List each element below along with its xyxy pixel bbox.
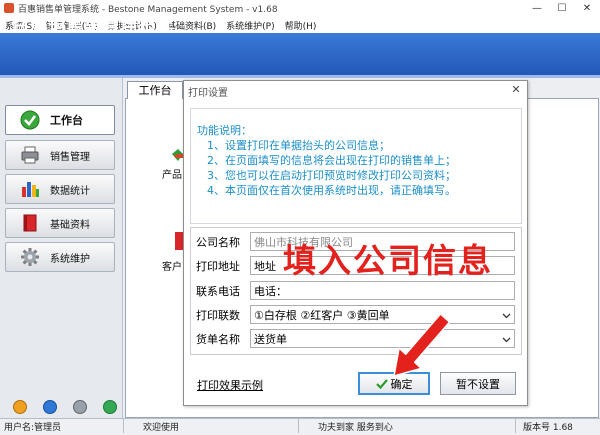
banner: [0, 33, 600, 75]
red-arrow-icon: [393, 313, 451, 377]
bar-chart-icon: [20, 179, 40, 199]
menu-maintenance[interactable]: 系统维护(P): [221, 19, 279, 32]
close-icon[interactable]: ✕: [576, 1, 598, 16]
customer-icon[interactable]: [173, 232, 183, 250]
sidebar-item-basic-data[interactable]: 基础资料: [5, 208, 115, 238]
company-name-label: 公司名称: [196, 236, 240, 249]
status-slogan: 功夫到家 服务到心: [318, 423, 393, 433]
menu-help[interactable]: 帮助(H): [280, 19, 322, 32]
printer-icon: [20, 145, 40, 165]
status-version: 版本号 1.68: [523, 423, 573, 433]
settings-icon[interactable]: [73, 400, 87, 414]
sidebar-item-workbench[interactable]: 工作台: [5, 105, 115, 135]
dialog-close-icon[interactable]: ✕: [508, 82, 524, 98]
status-divider: [123, 419, 124, 433]
shortcut-product-label[interactable]: 产品: [162, 166, 182, 181]
info-line: 1、设置打印在单据抬头的公司信息；: [207, 139, 390, 152]
phone-input[interactable]: 电话：: [250, 281, 515, 300]
status-welcome: 欢迎使用: [143, 423, 180, 433]
sidebar-item-label: 系统维护: [50, 253, 90, 265]
print-address-label: 打印地址: [196, 260, 240, 273]
status-bar: [0, 418, 600, 435]
status-divider: [515, 419, 516, 433]
banner-title: 百惠销售单管理系统: [12, 15, 174, 35]
product-icon[interactable]: [170, 148, 183, 162]
phone-label: 联系电话: [196, 285, 240, 298]
sidebar-item-label: 销售管理: [50, 151, 90, 163]
print-copies-label: 打印联数: [196, 309, 240, 322]
gear-icon: [20, 247, 40, 267]
status-user: 用户名:管理员: [4, 423, 62, 433]
banner-slogan: 功夫到家 服务到心: [458, 15, 577, 29]
info-line: 3、您也可以在启动打印预览时修改打印公司资料；: [207, 169, 456, 182]
chevron-down-icon: [502, 337, 511, 343]
book-icon: [20, 213, 40, 233]
sidebar-item-sales[interactable]: 销售管理: [5, 140, 115, 170]
fill-company-info-hint: 填入公司信息: [283, 241, 493, 280]
sidebar-item-statistics[interactable]: 数据统计: [5, 174, 115, 204]
info-heading: 功能说明：: [197, 124, 252, 137]
print-example-link[interactable]: 打印效果示例: [197, 377, 263, 393]
dialog-title: 打印设置: [188, 88, 228, 99]
info-line: 2、在页面填写的信息将会出现在打印的销售单上；: [207, 154, 456, 167]
form-name-label: 货单名称: [196, 333, 240, 346]
sidebar-item-label: 工作台: [50, 114, 83, 127]
sidebar-item-label: 基础资料: [50, 219, 90, 231]
skip-button-label: 暂不设置: [456, 377, 500, 391]
power-icon[interactable]: [103, 400, 117, 414]
info-icon[interactable]: [43, 400, 57, 414]
tab-workbench[interactable]: 工作台: [127, 81, 183, 99]
info-line: 4、本页面仅在首次使用系统时出现，请正确填写。: [207, 184, 456, 197]
warning-icon[interactable]: [13, 400, 27, 414]
print-copies-value: ①白存根 ②红客户 ③黄回单: [254, 309, 390, 322]
check-circle-icon: [20, 110, 40, 130]
sidebar-item-label: 数据统计: [50, 185, 90, 197]
status-divider: [298, 419, 299, 433]
form-name-value: 送货单: [254, 333, 287, 346]
sidebar-item-maintenance[interactable]: 系统维护: [5, 242, 115, 272]
shortcut-customer-label[interactable]: 客户: [162, 258, 182, 273]
chevron-down-icon: [502, 313, 511, 319]
